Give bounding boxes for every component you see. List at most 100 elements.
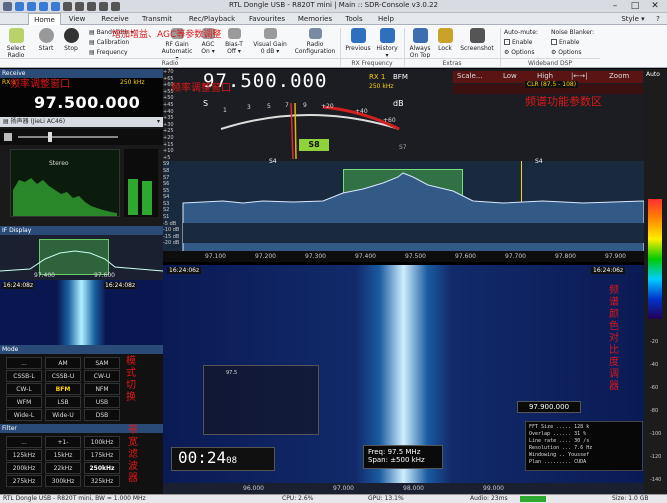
filter-button[interactable]: 300kHz — [45, 475, 81, 487]
tab-transmit[interactable]: Transmit — [138, 13, 176, 25]
auto-button[interactable]: Auto — [646, 71, 660, 78]
auto-mute-options[interactable]: ⚙ Options — [504, 48, 538, 58]
mode-button[interactable]: WFM — [6, 396, 42, 408]
mode-button[interactable]: Wide-U — [45, 409, 81, 421]
mode-button[interactable]: CW-L — [6, 383, 42, 395]
filter-button[interactable]: 325kHz — [84, 475, 120, 487]
mode-button[interactable]: ... — [6, 357, 42, 369]
freq-tick: 97.100 — [205, 253, 226, 260]
previous-label: Previous — [345, 45, 371, 52]
fft-line: Plan ......... CUDA — [529, 459, 587, 465]
db-tick: +50 — [163, 95, 174, 102]
maximize-button[interactable]: □ — [625, 0, 645, 13]
high-button[interactable]: High — [537, 72, 553, 80]
help-icon[interactable]: ? — [652, 13, 664, 25]
frequency-window[interactable]: RX 1 250 kHz 频率调整窗口 97.500.000 — [0, 78, 163, 117]
mode-button[interactable]: CSSB-L — [6, 370, 42, 382]
frequency-display[interactable]: 97.500.000 — [34, 93, 140, 112]
stereo-label: Stereo — [49, 160, 69, 167]
noise-blanker-enable[interactable]: Enable — [551, 38, 594, 48]
slider-thumb[interactable] — [48, 132, 52, 142]
filter-button[interactable]: +1- — [45, 436, 81, 448]
previous-button[interactable]: Previous — [344, 28, 372, 52]
lock-button[interactable]: Lock — [436, 28, 454, 52]
noise-blanker-options[interactable]: ⚙ Options — [551, 48, 594, 58]
tab-favourites[interactable]: Favourites — [244, 13, 290, 25]
mode-button[interactable]: SAM — [84, 357, 120, 369]
filter-button[interactable]: 15kHz — [45, 449, 81, 461]
style-menu[interactable]: Style ▾ — [618, 13, 648, 25]
mode-button[interactable]: AM — [45, 357, 81, 369]
mode-button[interactable]: LSB — [45, 396, 81, 408]
radio-configuration-button[interactable]: Radio Configuration — [294, 28, 336, 55]
filter-button[interactable]: 175kHz — [84, 449, 120, 461]
scale-button[interactable]: Scale... — [457, 72, 483, 80]
filter-button[interactable]: 275kHz — [6, 475, 42, 487]
color-gradient[interactable] — [648, 199, 662, 319]
visual-gain-label: Visual Gain — [253, 41, 287, 48]
mode-button[interactable]: USB — [84, 396, 120, 408]
fft-line: Overlap ...... 31 % — [529, 431, 587, 437]
ribbon: Select Radio Start Stop ▤ Bandwidth ▾ ▤ … — [0, 25, 667, 68]
mode-button[interactable]: CW-U — [84, 370, 120, 382]
start-button[interactable]: Start — [36, 28, 56, 52]
s-scale: +60 — [383, 117, 396, 124]
frequency-axis: 97.100 97.200 97.300 97.400 97.500 97.60… — [163, 251, 644, 262]
tab-view[interactable]: View — [64, 13, 90, 25]
freq-info-box: Freq: 97.5 MHz Span: ±500 kHz — [363, 445, 443, 469]
tab-help[interactable]: Help — [374, 13, 398, 25]
mode-button[interactable]: Wide-L — [6, 409, 42, 421]
s-meter: S dB 1 3 5 7 9 +20 +40 +60 S8 — [203, 99, 415, 160]
if-time: 16:24:08z — [2, 282, 35, 289]
tab-rec-playback[interactable]: Rec/Playback — [182, 13, 242, 25]
mode-button[interactable]: NFM — [84, 383, 120, 395]
minimize-button[interactable]: – — [605, 0, 625, 13]
tab-memories[interactable]: Memories — [294, 13, 336, 25]
overview-tick: 99.000 — [483, 485, 504, 492]
mode-button[interactable]: CSSB-U — [45, 370, 81, 382]
volume-slider[interactable] — [0, 129, 163, 145]
tab-tools[interactable]: Tools — [340, 13, 368, 25]
status-device: RTL Dongle USB - R820T mini, BW = 1.000 … — [3, 495, 146, 502]
mode-button[interactable]: DSB — [84, 409, 120, 421]
annotation-ribbon: 增加增益、AGC等参数调整 — [112, 30, 222, 40]
group-label-dsp: Wideband DSP — [500, 58, 600, 67]
s-scale: 7 — [285, 102, 289, 109]
select-radio-button[interactable]: Select Radio — [4, 28, 28, 59]
status-audio: Audio: 23ms — [470, 495, 508, 502]
filter-button[interactable]: 22kHz — [45, 462, 81, 474]
checkbox[interactable] — [504, 39, 510, 45]
frequency-button[interactable]: ▤ Frequency — [89, 48, 133, 58]
history-button[interactable]: History ▾ — [375, 28, 399, 59]
stop-button[interactable]: Stop — [61, 28, 81, 52]
mode-title: Mode — [0, 345, 163, 354]
overview-strip[interactable]: 96.000 97.000 98.000 99.000 — [163, 483, 644, 494]
filter-button[interactable]: 125kHz — [6, 449, 42, 461]
always-on-top-button[interactable]: Always On Top — [407, 28, 433, 59]
filter-button-selected[interactable]: 250kHz — [84, 462, 120, 474]
arrows-icon[interactable]: |←→| — [571, 72, 587, 80]
checkbox[interactable] — [551, 39, 557, 45]
annotation-char: 模 — [126, 356, 136, 367]
spectrum-display[interactable]: 97.500.000 RX 1 BFM 250 kHz Scale... Low… — [163, 69, 644, 262]
screenshot-button[interactable]: Screenshot — [457, 28, 497, 52]
tab-receive[interactable]: Receive — [96, 13, 134, 25]
mode-button-selected[interactable]: BFM — [45, 383, 81, 395]
filter-button[interactable]: ... — [6, 436, 42, 448]
close-button[interactable]: ✕ — [645, 0, 665, 13]
annotation-char: 宽 — [128, 437, 138, 448]
filter-button[interactable]: 200kHz — [6, 462, 42, 474]
annotation-mode: 模 式 切 换 — [126, 356, 140, 404]
tab-home[interactable]: Home — [28, 13, 61, 25]
auto-mute-enable[interactable]: Enable — [504, 38, 538, 48]
visual-gain-button[interactable]: Visual Gain 0 dB ▾ — [250, 28, 290, 55]
waterfall[interactable]: 16:24:06z 16:24:06z 97.5 00:2408 Freq: 9… — [163, 265, 644, 483]
status-cpu: CPU: 2.6% — [282, 495, 314, 502]
if-display-title: IF Display — [0, 226, 163, 235]
low-button[interactable]: Low — [503, 72, 517, 80]
zoom-button[interactable]: Zoom — [609, 72, 629, 80]
bias-t-button[interactable]: Bias-T Off ▾ — [222, 28, 246, 55]
speaker-select[interactable]: ▤ 扬声器 (JieLi AC46) ▾ — [0, 117, 163, 127]
filter-button[interactable]: 100kHz — [84, 436, 120, 448]
annotation-spectrum: 频谱功能参数区 — [525, 95, 602, 108]
